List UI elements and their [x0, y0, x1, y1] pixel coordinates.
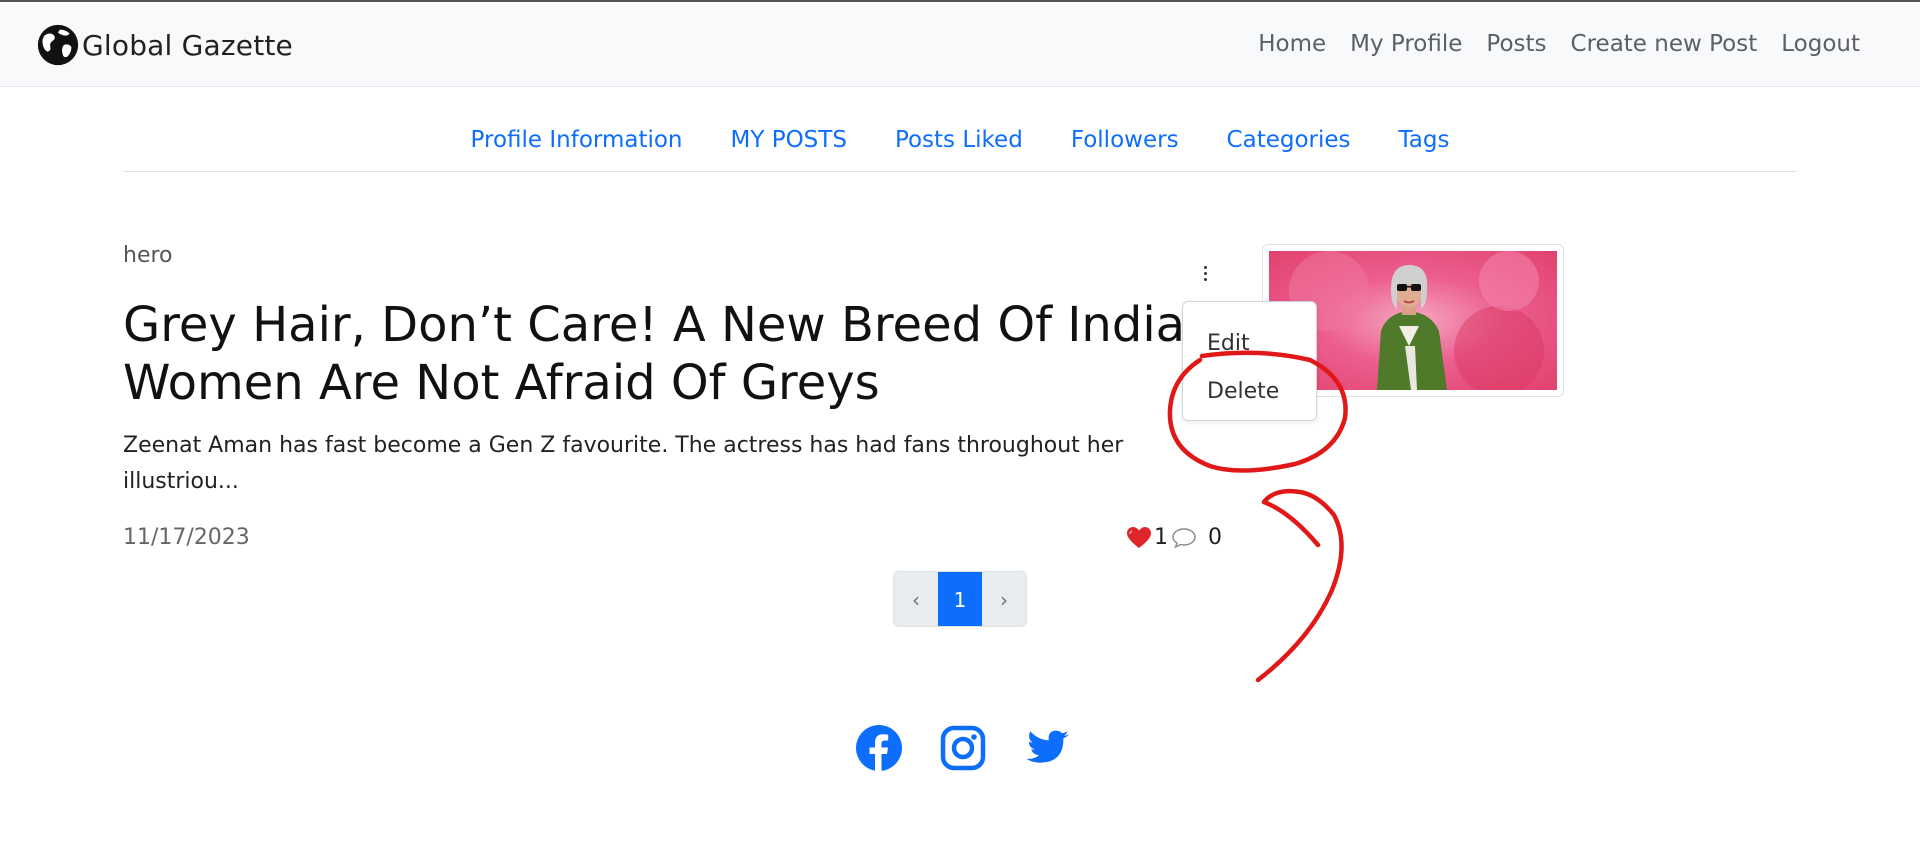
post-excerpt-line-1: Zeenat Aman has fast become a Gen Z favo…: [123, 433, 1124, 458]
tab-posts-liked[interactable]: Posts Liked: [871, 120, 1047, 171]
tab-categories[interactable]: Categories: [1203, 120, 1375, 171]
edit-menu-item[interactable]: Edit: [1183, 320, 1316, 368]
brand-name: Global Gazette: [82, 28, 293, 62]
post-category: hero: [123, 243, 173, 268]
twitter-icon[interactable]: [1023, 724, 1071, 772]
pagination-page-1[interactable]: 1: [938, 572, 982, 626]
tab-tags[interactable]: Tags: [1375, 120, 1474, 171]
nav-create-post[interactable]: Create new Post: [1559, 28, 1770, 60]
nav-posts[interactable]: Posts: [1474, 28, 1558, 60]
profile-tabs: Profile Information MY POSTS Posts Liked…: [123, 120, 1797, 172]
tab-followers[interactable]: Followers: [1047, 120, 1203, 171]
instagram-icon[interactable]: [939, 724, 987, 772]
nav-my-profile[interactable]: My Profile: [1338, 28, 1474, 60]
facebook-icon[interactable]: [855, 724, 903, 772]
pagination: ‹ 1 ›: [893, 571, 1027, 627]
top-navbar: Global Gazette Home My Profile Posts Cre…: [0, 0, 1920, 87]
post-title-line-2: Women Are Not Afraid Of Greys: [123, 355, 880, 411]
comment-icon[interactable]: [1170, 526, 1198, 550]
nav-links: Home My Profile Posts Create new Post Lo…: [1246, 28, 1872, 60]
tab-profile-information[interactable]: Profile Information: [447, 120, 707, 171]
post-date: 11/17/2023: [123, 525, 250, 550]
tab-my-posts[interactable]: MY POSTS: [707, 120, 871, 171]
post-title-line-1: Grey Hair, Don’t Care! A New Breed Of In…: [123, 297, 1186, 353]
post-options-menu: Edit Delete: [1182, 301, 1317, 421]
comment-count: 0: [1208, 525, 1222, 550]
post-stats: 1 0: [1126, 525, 1222, 550]
heart-icon[interactable]: [1126, 526, 1152, 550]
post-excerpt-line-2: illustriou...: [123, 469, 239, 494]
globe-logo-icon: [37, 24, 79, 66]
nav-logout[interactable]: Logout: [1769, 28, 1872, 60]
post-title[interactable]: Grey Hair, Don’t Care! A New Breed Of In…: [123, 296, 1186, 412]
pagination-prev-button[interactable]: ‹: [894, 572, 938, 626]
social-links: [855, 724, 1071, 772]
brand[interactable]: Global Gazette: [35, 21, 293, 69]
post-excerpt: Zeenat Aman has fast become a Gen Z favo…: [123, 428, 1203, 500]
nav-home[interactable]: Home: [1246, 28, 1338, 60]
like-count: 1: [1154, 525, 1168, 550]
pagination-next-button[interactable]: ›: [982, 572, 1026, 626]
delete-menu-item[interactable]: Delete: [1183, 368, 1316, 416]
post-options-kebab-icon[interactable]: [1192, 260, 1218, 286]
